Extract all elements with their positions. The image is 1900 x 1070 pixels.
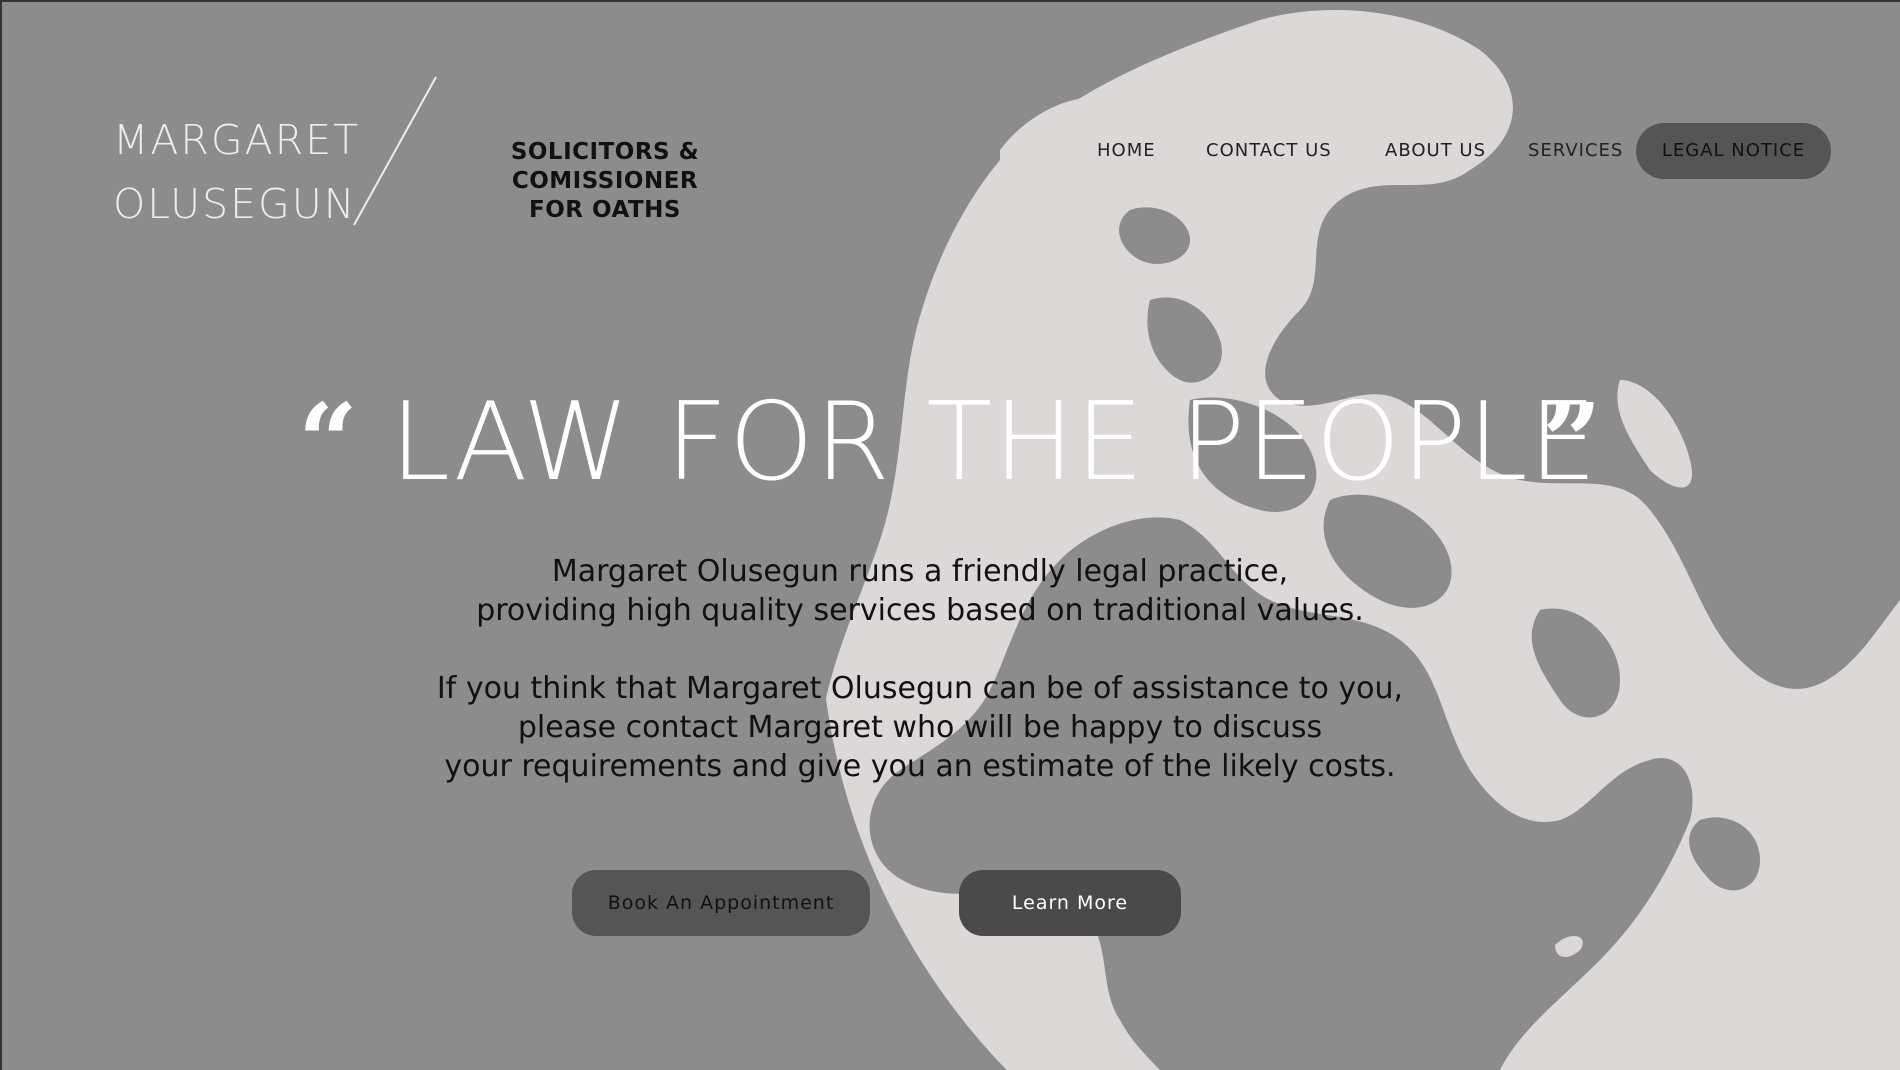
hero-body: Margaret Olusegun runs a friendly legal … — [420, 552, 1420, 825]
learn-more-button[interactable]: Learn More — [959, 870, 1181, 936]
hero-paragraph-2: If you think that Margaret Olusegun can … — [420, 669, 1420, 786]
brand-tagline: SOLICITORS & COMISSIONER FOR OATHS — [420, 138, 790, 225]
book-appointment-button[interactable]: Book An Appointment — [572, 870, 870, 936]
brand-name-line2: OLUSEGUN — [113, 180, 357, 228]
paragraph-2-line-1: If you think that Margaret Olusegun can … — [436, 671, 1404, 706]
nav-about-us[interactable]: ABOUT US — [1385, 123, 1486, 179]
nav-contact-us[interactable]: CONTACT US — [1206, 123, 1332, 179]
nav-home[interactable]: HOME — [1097, 123, 1156, 179]
paragraph-1-line-1: Margaret Olusegun runs a friendly legal … — [551, 554, 1289, 589]
headline-text: LAW FOR THE PEOPLE — [390, 380, 1598, 505]
paragraph-1-line-2: providing high quality services based on… — [476, 593, 1364, 628]
paragraph-2-line-2: please contact Margaret who will be happ… — [517, 710, 1323, 745]
close-quote-icon: ” — [1542, 380, 1602, 503]
main-nav: HOME CONTACT US ABOUT US SERVICES LEGAL … — [1080, 123, 1840, 179]
brand-name-line1: MARGARET — [113, 116, 361, 164]
nav-services[interactable]: SERVICES — [1528, 123, 1623, 179]
legal-notice-button[interactable]: LEGAL NOTICE — [1636, 123, 1831, 179]
hero-paragraph-1: Margaret Olusegun runs a friendly legal … — [420, 552, 1420, 630]
open-quote-icon: “ — [298, 380, 358, 503]
brand-tagline-line1: SOLICITORS & COMISSIONER — [510, 139, 700, 194]
brand-tagline-line2: FOR OATHS — [529, 197, 681, 223]
brand-name[interactable]: MARGARET OLUSEGUN — [113, 108, 361, 236]
hero-headline: “ LAW FOR THE PEOPLE ” — [280, 378, 1620, 508]
paragraph-2-line-3: your requirements and give you an estima… — [444, 749, 1396, 784]
